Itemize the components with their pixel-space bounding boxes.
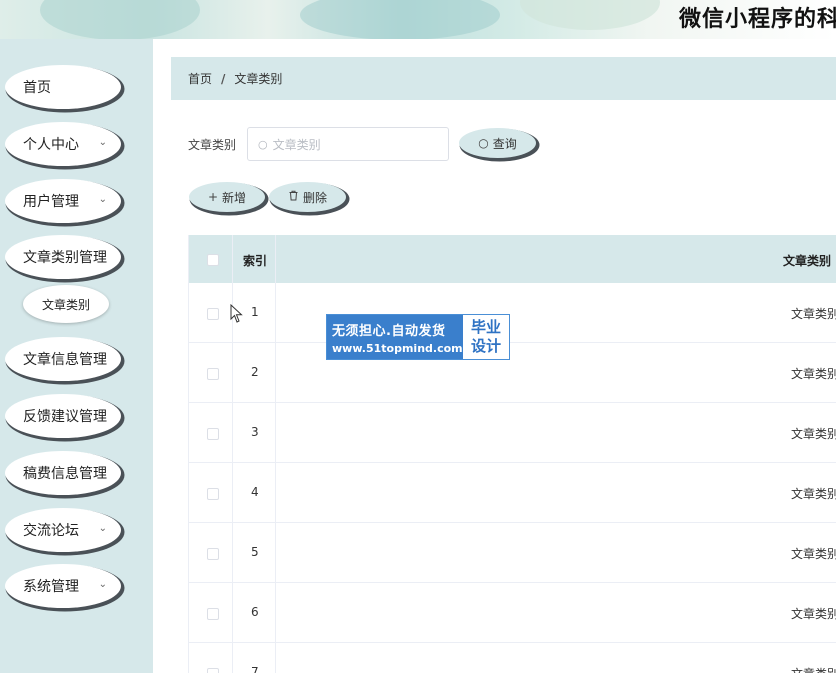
sidebar-item-system-management[interactable]: 系统管理 ⌄ [5,564,121,608]
row-category: 文章类别 [790,427,836,441]
trash-icon [288,190,299,204]
sidebar-subitem-article-category[interactable]: 文章类别 [23,285,109,323]
plus-icon: + [207,190,219,204]
chevron-down-icon: ⌄ [98,579,107,590]
search-placeholder: 文章类别 [272,137,321,152]
sidebar-item-label: 首页 [23,80,51,96]
sidebar: 首页 个人中心 ⌄ 用户管理 ⌄ 文章类别管理 文章类别 文章信息管理 反馈建议… [0,39,153,673]
table-row[interactable]: 7 文章类别 [189,643,836,673]
sidebar-item-label: 个人中心 [23,137,79,153]
table-row[interactable]: 3 文章类别 [189,403,836,463]
watermark-right-line2: 设计 [470,337,501,355]
row-index: 5 [251,545,259,559]
sidebar-item-label: 稿费信息管理 [23,466,107,482]
column-header-category: 文章类别 [782,254,831,268]
row-index: 2 [251,365,259,379]
row-checkbox[interactable] [207,488,219,500]
banner-decoration [40,0,200,39]
watermark-banner: 无须担心.自动发货 www.51topmind.com 毕业 设计 [326,314,510,360]
table-header: 索引 文章类别 [189,235,836,283]
column-header-index: 索引 [243,254,268,268]
row-checkbox[interactable] [207,308,219,320]
table-row[interactable]: 2 文章类别 [189,343,836,403]
query-button-label: 查询 [492,136,517,151]
row-index: 4 [251,485,259,499]
watermark-left: 无须担心.自动发货 www.51topmind.com [327,315,463,359]
row-index: 7 [251,665,259,673]
delete-button[interactable]: 删除 [269,182,346,212]
table-row[interactable]: 5 文章类别 [189,523,836,583]
table-row[interactable]: 1 文章类别 [189,283,836,343]
row-index: 1 [251,305,259,319]
row-checkbox[interactable] [207,668,219,673]
add-button-label: 新增 [222,190,247,205]
table-row[interactable]: 6 文章类别 [189,583,836,643]
search-icon: ○ [258,137,268,151]
row-category: 文章类别 [790,487,836,501]
chevron-down-icon: ⌄ [98,137,107,148]
mouse-cursor-icon [230,304,243,323]
add-button[interactable]: + 新增 [189,182,265,212]
select-all-checkbox[interactable] [207,254,219,266]
query-button[interactable]: ○ 查询 [459,128,536,158]
sidebar-item-home[interactable]: 首页 [5,65,121,109]
row-checkbox[interactable] [207,428,219,440]
row-index: 3 [251,425,259,439]
sidebar-item-label: 交流论坛 [23,523,79,539]
search-input[interactable]: ○ 文章类别 [247,127,449,161]
sidebar-item-article-category-management[interactable]: 文章类别管理 [5,235,121,279]
sidebar-item-label: 用户管理 [23,194,79,210]
breadcrumb-current: 文章类别 [234,72,283,86]
top-banner: 微信小程序的科 [0,0,836,39]
watermark-slogan: 无须担心.自动发货 [332,323,446,339]
app-title: 微信小程序的科 [678,7,836,32]
breadcrumb-home[interactable]: 首页 [188,70,212,87]
sidebar-item-label: 反馈建议管理 [23,409,107,425]
row-category: 文章类别 [791,665,836,673]
sidebar-item-royalty-management[interactable]: 稿费信息管理 [5,451,121,495]
row-checkbox[interactable] [207,608,219,620]
row-category: 文章类别 [790,547,836,561]
table-row[interactable]: 4 文章类别 [189,463,836,523]
watermark-right-line1: 毕业 [470,318,501,336]
chevron-down-icon: ⌄ [98,194,107,205]
chevron-down-icon: ⌄ [98,523,107,534]
watermark-right: 毕业 设计 [463,315,509,359]
sidebar-item-article-info-management[interactable]: 文章信息管理 [5,337,121,381]
row-category: 文章类别 [790,367,836,381]
sidebar-item-label: 系统管理 [23,579,79,595]
row-category: 文章类别 [790,307,836,321]
search-icon: ○ [478,136,489,150]
sidebar-item-label: 文章类别管理 [23,250,107,266]
sidebar-item-forum[interactable]: 交流论坛 ⌄ [5,508,121,552]
banner-decoration [520,0,660,30]
row-index: 6 [251,605,259,619]
sidebar-item-label: 文章信息管理 [23,352,107,368]
delete-button-label: 删除 [302,190,327,205]
search-label: 文章类别 [188,138,237,152]
sidebar-item-personal-center[interactable]: 个人中心 ⌄ [5,122,121,166]
sidebar-item-user-management[interactable]: 用户管理 ⌄ [5,179,121,223]
banner-decoration [300,0,500,39]
data-table: 索引 文章类别 1 文章类别 2 文章类别 3 文章类别 4 文章类别 5 文章… [188,235,836,673]
row-category: 文章类别 [790,607,836,621]
watermark-url: www.51topmind.com [332,341,463,355]
row-checkbox[interactable] [207,548,219,560]
breadcrumb: 首页 / 文章类别 [171,57,836,100]
sidebar-item-feedback-management[interactable]: 反馈建议管理 [5,394,121,438]
row-checkbox[interactable] [207,368,219,380]
breadcrumb-separator: / [221,71,226,86]
